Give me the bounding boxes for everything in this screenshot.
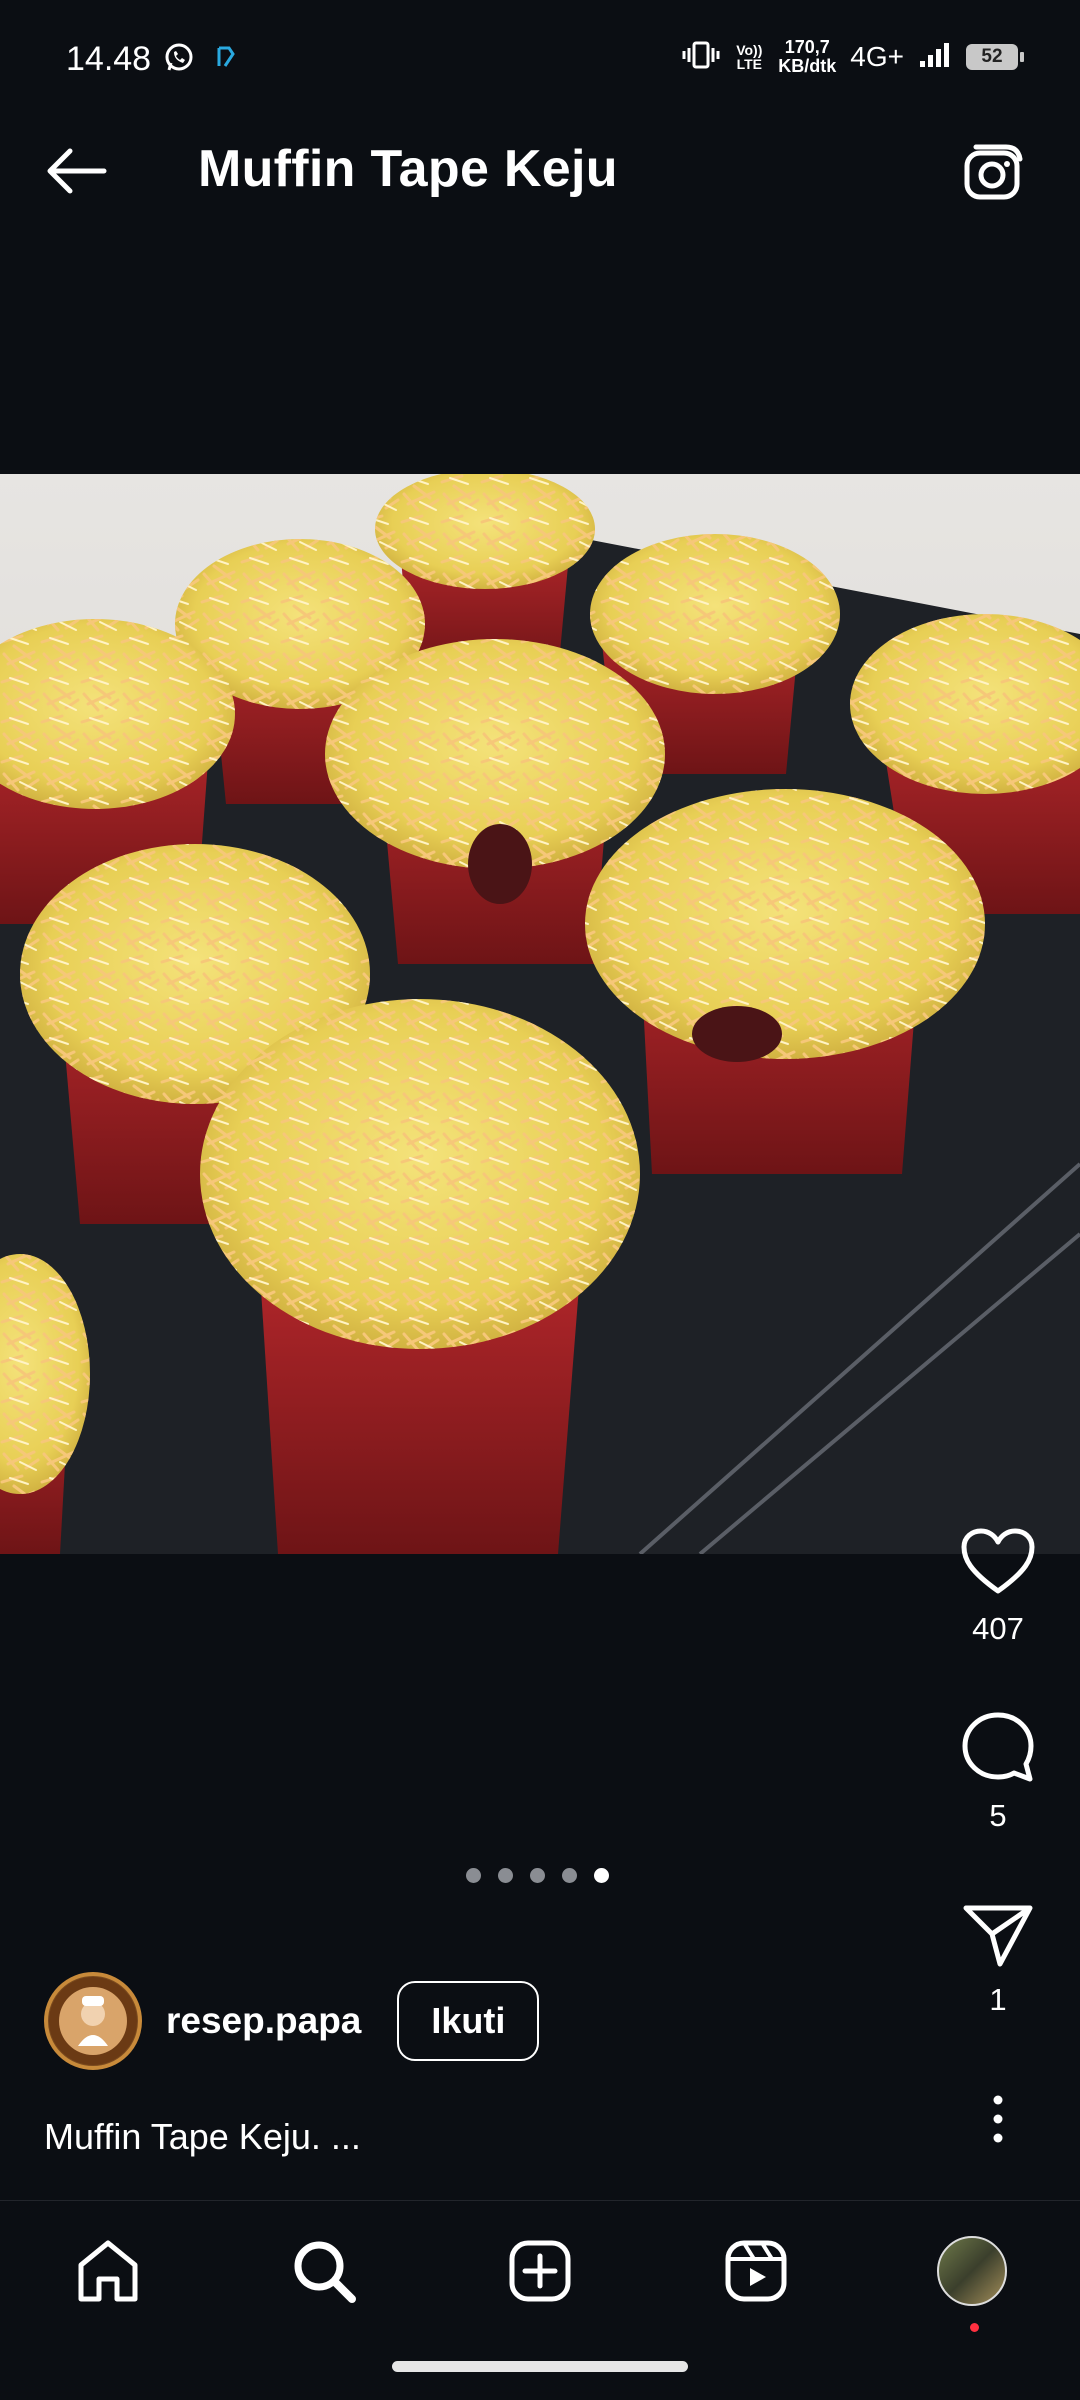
carousel-dot xyxy=(498,1868,513,1883)
signal-icon xyxy=(918,41,952,74)
camera-icon xyxy=(964,144,1023,200)
comment-action[interactable]: 5 xyxy=(956,1710,1040,1834)
carousel-indicator xyxy=(466,1868,609,1883)
arrow-left-icon xyxy=(47,148,107,194)
nav-home[interactable] xyxy=(68,2231,148,2311)
author-username[interactable]: resep.papa xyxy=(166,2000,361,2042)
page-title: Muffin Tape Keju xyxy=(198,140,618,198)
carousel-dot xyxy=(530,1868,545,1883)
camera-button[interactable] xyxy=(958,135,1030,207)
nav-profile[interactable] xyxy=(932,2231,1012,2332)
profile-avatar xyxy=(937,2236,1007,2306)
network-type: 4G+ xyxy=(850,41,904,72)
whatsapp-icon xyxy=(163,42,195,79)
follow-button[interactable]: Ikuti xyxy=(397,1981,540,2061)
post-image[interactable] xyxy=(0,474,1080,1554)
vibrate-icon xyxy=(682,41,720,74)
comment-icon[interactable] xyxy=(960,1710,1036,1784)
create-icon xyxy=(509,2240,571,2302)
net-speed-value: 170,7 xyxy=(784,37,830,57)
nav-reels[interactable] xyxy=(716,2231,796,2311)
home-indicator[interactable] xyxy=(392,2361,688,2372)
share-action[interactable]: 1 xyxy=(956,1902,1040,2018)
nav-search[interactable] xyxy=(284,2231,364,2311)
back-button[interactable] xyxy=(40,135,112,207)
reels-icon xyxy=(725,2240,787,2302)
more-vertical-icon[interactable] xyxy=(988,2094,1008,2144)
author-avatar[interactable] xyxy=(44,1972,142,2070)
carousel-dot xyxy=(466,1868,481,1883)
volte-label: Vo)) LTE xyxy=(736,42,763,72)
search-icon xyxy=(294,2241,356,2303)
post-caption[interactable]: Muffin Tape Keju. ... xyxy=(44,2116,361,2158)
comment-count: 5 xyxy=(989,1798,1007,1833)
carousel-dot xyxy=(562,1868,577,1883)
send-icon[interactable] xyxy=(962,1902,1034,1968)
like-action[interactable]: 407 xyxy=(956,1527,1040,1647)
more-options-button[interactable] xyxy=(956,2094,1040,2144)
heart-icon[interactable] xyxy=(960,1527,1036,1597)
battery-indicator: 52 xyxy=(966,44,1024,70)
app-notification-icon xyxy=(216,46,236,73)
status-indicators: Vo)) LTE 170,7 KB/dtk 4G+ 52 xyxy=(682,38,1024,76)
home-icon xyxy=(78,2240,138,2302)
like-count: 407 xyxy=(972,1611,1024,1646)
status-bar: 14.48 Vo)) LTE 170,7 KB/dtk 4G+ 52 xyxy=(0,0,1080,95)
author-row: resep.papa Ikuti xyxy=(44,1972,540,2070)
carousel-dot-active xyxy=(594,1868,609,1883)
muffin-photo xyxy=(0,474,1080,1554)
notification-dot xyxy=(970,2323,979,2332)
net-speed-unit: KB/dtk xyxy=(778,56,837,76)
nav-create[interactable] xyxy=(500,2231,580,2311)
post-header: Muffin Tape Keju xyxy=(0,95,1080,245)
net-speed: 170,7 KB/dtk xyxy=(778,38,836,76)
status-time: 14.48 xyxy=(66,40,152,78)
share-count: 1 xyxy=(989,1982,1007,2017)
